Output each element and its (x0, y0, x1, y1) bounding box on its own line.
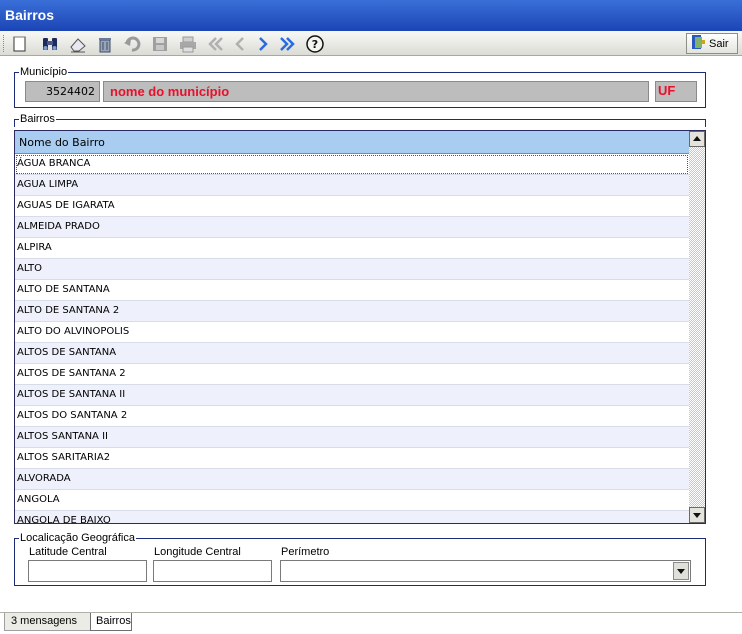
table-row[interactable]: ANGOLA (15, 490, 689, 511)
municipio-name-field: nome do município (103, 81, 649, 102)
last-record-icon[interactable] (277, 34, 297, 54)
svg-text:?: ? (312, 38, 318, 51)
scroll-down-icon[interactable] (689, 507, 705, 523)
tab-mensagens[interactable]: 3 mensagens (4, 613, 92, 631)
table-row[interactable]: ALTOS SARITARIA2 (15, 448, 689, 469)
column-header-nome-do-bairro[interactable]: Nome do Bairro (15, 131, 689, 154)
bairros-legend: Bairros (20, 113, 55, 125)
exit-door-icon (690, 34, 706, 53)
bairros-grid-rows: ÁGUA BRANCA AGUA LIMPA AGUAS DE IGARATA ALM… (15, 154, 689, 523)
table-row[interactable]: ALTOS DE SANTANA (15, 343, 689, 364)
exit-button-label: Sair (709, 37, 729, 50)
table-row[interactable]: ALMEIDA PRADO (15, 217, 689, 238)
table-row[interactable]: ALTOS DE SANTANA 2 (15, 364, 689, 385)
undo-icon[interactable] (122, 34, 142, 54)
perimetro-label: Perímetro (281, 546, 330, 558)
latitude-input[interactable] (28, 560, 147, 582)
new-icon[interactable] (10, 34, 30, 54)
window-title: Bairros (0, 0, 742, 31)
longitude-input[interactable] (153, 560, 272, 582)
trash-icon[interactable] (95, 34, 115, 54)
first-record-icon[interactable] (206, 34, 226, 54)
table-row[interactable]: ALPIRA (15, 238, 689, 259)
next-record-icon[interactable] (253, 34, 273, 54)
chevron-down-icon[interactable] (673, 562, 689, 580)
exit-button[interactable]: Sair (686, 33, 738, 54)
municipio-legend: Município (20, 66, 68, 78)
table-row[interactable]: ALTOS DE SANTANA II (15, 385, 689, 406)
table-row[interactable]: AGUA LIMPA (15, 175, 689, 196)
geo-legend: Localicação Geográfica (20, 532, 135, 544)
save-icon[interactable] (150, 34, 170, 54)
eraser-icon[interactable] (68, 34, 88, 54)
toolbar: ? Sair (0, 31, 742, 56)
municipio-code-field: 3524402 (25, 81, 100, 102)
bairros-grid[interactable]: Nome do Bairro ÁGUA BRANCA AGUA LIMPA AGUA… (14, 130, 706, 524)
print-icon[interactable] (178, 34, 198, 54)
table-row[interactable]: ALVORADA (15, 469, 689, 490)
table-row[interactable]: ALTO DE SANTANA 2 (15, 301, 689, 322)
table-row[interactable]: ALTOS SANTANA II (15, 427, 689, 448)
scroll-up-icon[interactable] (689, 131, 705, 147)
latitude-label: Latitude Central (29, 546, 107, 558)
table-row[interactable]: ALTOS DO SANTANA 2 (15, 406, 689, 427)
tab-bairros[interactable]: Bairros (90, 613, 132, 631)
table-row[interactable]: ÁGUA BRANCA (15, 154, 689, 175)
table-row[interactable]: ANGOLA DE BAIXO (15, 511, 689, 523)
perimetro-select[interactable] (280, 560, 691, 582)
help-icon[interactable]: ? (305, 34, 325, 54)
table-row[interactable]: ALTO (15, 259, 689, 280)
toolbar-grip[interactable] (3, 35, 6, 52)
municipio-uf-field: UF (655, 81, 697, 102)
search-binoculars-icon[interactable] (40, 34, 60, 54)
grid-vertical-scrollbar[interactable] (689, 131, 705, 523)
bairros-group: Bairros (14, 113, 706, 127)
table-row[interactable]: AGUAS DE IGARATA (15, 196, 689, 217)
previous-record-icon[interactable] (230, 34, 250, 54)
table-row[interactable]: ALTO DO ALVINOPOLIS (15, 322, 689, 343)
longitude-label: Longitude Central (154, 546, 241, 558)
table-row[interactable]: ALTO DE SANTANA (15, 280, 689, 301)
